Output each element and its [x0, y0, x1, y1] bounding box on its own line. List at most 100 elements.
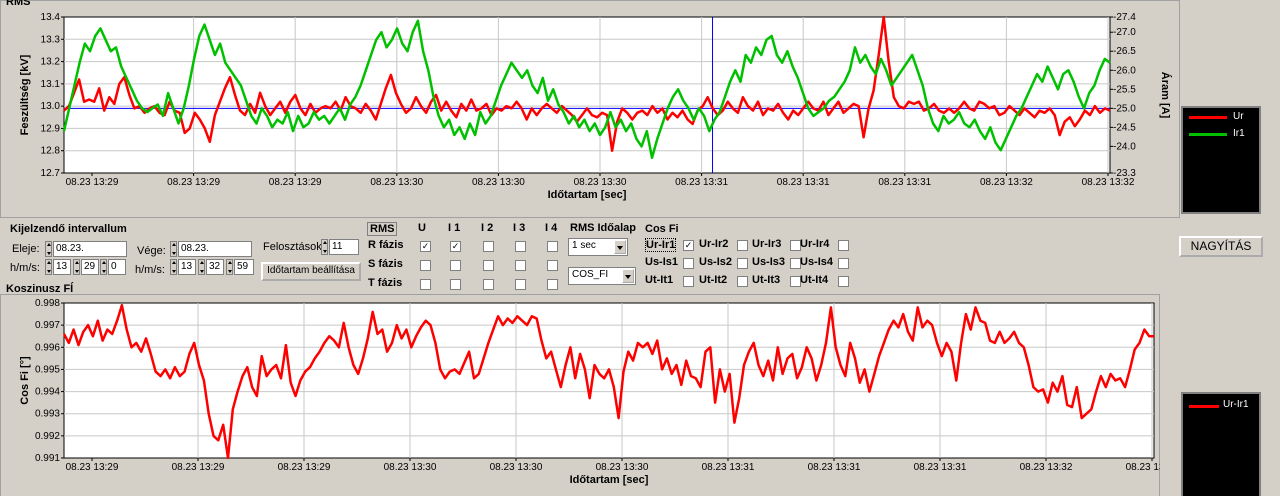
- set-interval-button[interactable]: Időtartam beállítása: [261, 262, 361, 281]
- cosfi-checkbox[interactable]: [683, 258, 694, 269]
- cosfi-label: Us-Is3: [752, 256, 786, 268]
- chevron-down-icon: [622, 269, 634, 283]
- y-tick-label: 13.4: [41, 12, 61, 23]
- x-tick-label: 08.23 13:29: [172, 462, 225, 473]
- zoom-button[interactable]: NAGYÍTÁS: [1179, 236, 1263, 257]
- cosfi-label: Ut-It3: [752, 274, 781, 286]
- y2-tick-label: -24.5: [1113, 122, 1136, 133]
- rms-checkbox[interactable]: [483, 260, 494, 271]
- rms-checkbox[interactable]: [515, 260, 526, 271]
- y-tick-label: 0.993: [35, 409, 60, 420]
- cosfi-checkbox[interactable]: [737, 276, 748, 287]
- cosfi-checkbox[interactable]: [737, 258, 748, 269]
- end-second-field[interactable]: 59: [234, 259, 254, 275]
- cosfi-checkbox[interactable]: [838, 258, 849, 269]
- y-tick-label: 12.9: [41, 123, 61, 134]
- rms-checkbox[interactable]: [515, 279, 526, 290]
- start-s-spinner[interactable]: [100, 259, 107, 275]
- x-tick-label: 08.23 13:32: [980, 177, 1033, 188]
- end-minute-field[interactable]: 32: [206, 259, 224, 275]
- y-tick-label: 0.992: [35, 431, 60, 442]
- y-tick-label: 13.3: [41, 34, 61, 45]
- end-h-spinner[interactable]: [170, 259, 177, 275]
- y-tick-label: 13.2: [41, 57, 61, 68]
- rms-checkbox[interactable]: [420, 279, 431, 290]
- y-tick-label: 12.8: [41, 146, 61, 157]
- x-tick-label: 08.23 13:29: [278, 462, 331, 473]
- cosfi-label: Ut-It4: [800, 274, 829, 286]
- x-tick-label: 08.23 13:30: [490, 462, 543, 473]
- y2-tick-label: -26.0: [1113, 65, 1136, 76]
- rms-checkbox[interactable]: [547, 241, 558, 252]
- x-tick-label: 08.23 13:32: [1126, 462, 1160, 473]
- x-tick-label: 08.23 13:30: [596, 462, 649, 473]
- start-date-spinner[interactable]: [45, 241, 52, 257]
- cosfi-label: Us-Is4: [800, 256, 834, 268]
- start-date-field[interactable]: 08.23.: [53, 241, 127, 257]
- timebase-value: 1 sec: [572, 240, 596, 251]
- end-date-spinner[interactable]: [170, 241, 177, 257]
- y-tick-label: 12.7: [41, 168, 61, 179]
- rms-chart[interactable]: 12.7 12.8 12.9 13.0 13.1 13.2 13.3 13.4 08.23 13…: [0, 0, 1180, 218]
- y-axis-label: Feszültség [kV]: [19, 54, 31, 135]
- end-label: Vége:: [137, 245, 166, 257]
- cosfi-label: Ur-Ir2: [699, 238, 729, 250]
- y-tick-label: 0.995: [35, 364, 60, 375]
- rms-checkbox[interactable]: [515, 241, 526, 252]
- cosfi-checkbox[interactable]: [737, 240, 748, 251]
- rms-checkbox[interactable]: [450, 279, 461, 290]
- rms-checkbox[interactable]: [483, 279, 494, 290]
- rms-col-header: I 3: [513, 222, 526, 234]
- cosfi-checkbox[interactable]: [683, 276, 694, 287]
- y2-tick-label: -25.0: [1113, 103, 1136, 114]
- cosfi-checkbox[interactable]: ✓: [683, 240, 694, 251]
- rms-checkbox[interactable]: ✓: [420, 241, 431, 252]
- legend-label-ir1: Ir1: [1233, 128, 1245, 139]
- x-tick-label: 08.23 13:29: [66, 462, 119, 473]
- start-hms-label: h/m/s:: [10, 262, 40, 274]
- start-second-field[interactable]: 0: [108, 259, 126, 275]
- divisions-field[interactable]: 11: [329, 239, 359, 255]
- rms-checkbox[interactable]: [547, 260, 558, 271]
- plot-area: [63, 16, 1111, 174]
- rms-checkbox[interactable]: ✓: [450, 241, 461, 252]
- legend-label-ur: Ur: [1233, 111, 1244, 122]
- x-tick-label: 08.23 13:31: [777, 177, 830, 188]
- x-tick-label: 08.23 13:31: [808, 462, 861, 473]
- divisions-label: Felosztások: [263, 241, 322, 253]
- x-tick-label: 08.23 13:30: [574, 177, 627, 188]
- timebase-dropdown[interactable]: 1 sec: [568, 238, 628, 256]
- chevron-down-icon: [614, 240, 626, 254]
- x-axis-label: Időtartam [sec]: [548, 189, 627, 201]
- end-hour-field[interactable]: 13: [178, 259, 196, 275]
- rms-col-header: I 1: [448, 222, 461, 234]
- cos-mode-dropdown[interactable]: COS_FI: [568, 267, 636, 285]
- start-h-spinner[interactable]: [45, 259, 52, 275]
- cosfi-checkbox[interactable]: [838, 240, 849, 251]
- end-m-spinner[interactable]: [198, 259, 205, 275]
- rms-checkbox[interactable]: [450, 260, 461, 271]
- end-s-spinner[interactable]: [226, 259, 233, 275]
- cosfi-chart[interactable]: 0.991 0.992 0.993 0.994 0.995 0.996 0.997 0.998…: [0, 294, 1160, 496]
- y2-tick-label: -26.5: [1113, 46, 1136, 57]
- end-date-field[interactable]: 08.23.: [178, 241, 252, 257]
- x-axis-label: Időtartam [sec]: [570, 474, 649, 486]
- x-tick-label: 08.23 13:31: [675, 177, 728, 188]
- rms-checkbox[interactable]: [483, 241, 494, 252]
- start-minute-field[interactable]: 29: [81, 259, 99, 275]
- cosfi-label: Ur-Ir1: [645, 238, 677, 252]
- timebase-label: RMS Időalap: [570, 222, 637, 234]
- rms-row-label: S fázis: [368, 258, 403, 270]
- x-tick-label: 08.23 13:29: [167, 177, 220, 188]
- cosfi-checkbox[interactable]: [838, 276, 849, 287]
- y-tick-label: 0.996: [35, 342, 60, 353]
- start-m-spinner[interactable]: [73, 259, 80, 275]
- start-hour-field[interactable]: 13: [53, 259, 71, 275]
- rms-checkbox[interactable]: [547, 279, 558, 290]
- x-tick-label: 08.23 13:30: [384, 462, 437, 473]
- rms-row-label: R fázis: [368, 239, 404, 251]
- divisions-spinner[interactable]: [321, 239, 328, 255]
- rms-checkbox[interactable]: [420, 260, 431, 271]
- legend-swatch-ir1: [1189, 133, 1227, 136]
- cosfi-label: Us-Is2: [699, 256, 733, 268]
